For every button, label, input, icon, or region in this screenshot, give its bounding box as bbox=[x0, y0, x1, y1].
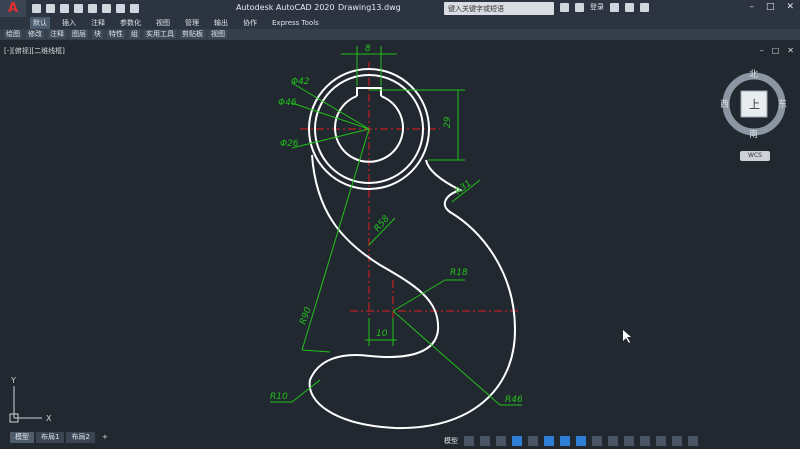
tab-layout1[interactable]: 布局1 bbox=[36, 432, 65, 443]
object-snap-icon[interactable] bbox=[560, 435, 570, 446]
ucs-icon bbox=[9, 386, 42, 423]
clean-screen-icon[interactable] bbox=[672, 435, 682, 446]
mouse-cursor bbox=[623, 330, 631, 343]
dim-r31: R31 bbox=[454, 179, 474, 198]
dim-r46: R46 bbox=[505, 395, 523, 405]
add-layout-button[interactable]: + bbox=[97, 432, 113, 443]
viewcube-south[interactable]: 南 bbox=[749, 127, 758, 140]
tab-model[interactable]: 模型 bbox=[10, 432, 34, 443]
ucs-x-label: X bbox=[46, 414, 52, 423]
ucs-y-label: Y bbox=[10, 376, 16, 385]
drawing-canvas[interactable]: 8 Φ42 Φ46 Φ26 29 R31 R58 R18 R90 10 R10 … bbox=[0, 0, 800, 449]
snap-icon[interactable] bbox=[480, 435, 490, 446]
hook-body-curve bbox=[308, 154, 517, 430]
dim-phi42: Φ42 bbox=[291, 77, 310, 87]
dim-phi26: Φ26 bbox=[280, 139, 299, 149]
layout-tabs: 模型 布局1 布局2 + bbox=[0, 432, 113, 443]
workspace-gear-icon[interactable] bbox=[608, 435, 618, 446]
viewcube-north[interactable]: 北 bbox=[749, 67, 758, 80]
annotation-visibility-icon[interactable] bbox=[576, 435, 586, 446]
dim-r90: R90 bbox=[298, 306, 314, 326]
hook-outline bbox=[308, 68, 517, 430]
dim-10: 10 bbox=[376, 329, 388, 339]
viewcube-east[interactable]: 东 bbox=[778, 97, 787, 110]
dim-phi46: Φ46 bbox=[278, 98, 297, 108]
dimension-lines bbox=[270, 46, 522, 406]
viewcube-west[interactable]: 西 bbox=[720, 97, 729, 110]
polar-icon[interactable] bbox=[512, 435, 522, 446]
annotation-monitor-icon[interactable] bbox=[624, 435, 634, 446]
annotation-scale-icon[interactable] bbox=[592, 435, 602, 446]
grid-icon[interactable] bbox=[464, 435, 474, 446]
center-lines bbox=[300, 62, 520, 340]
wcs-menu[interactable]: WCS bbox=[740, 151, 770, 161]
viewcube-top-label[interactable]: 上 bbox=[749, 96, 760, 112]
dim-r10: R10 bbox=[270, 392, 288, 402]
isolate-objects-icon[interactable] bbox=[640, 435, 650, 446]
model-space-toggle[interactable]: 模型 bbox=[444, 436, 458, 446]
tab-layout2[interactable]: 布局2 bbox=[66, 432, 95, 443]
status-bar: 模型 bbox=[440, 432, 800, 449]
hardware-acceleration-icon[interactable] bbox=[656, 435, 666, 446]
isodraft-icon[interactable] bbox=[528, 435, 538, 446]
customization-menu-icon[interactable] bbox=[688, 435, 698, 446]
object-snap-tracking-icon[interactable] bbox=[544, 435, 554, 446]
ortho-icon[interactable] bbox=[496, 435, 506, 446]
dim-29: 29 bbox=[443, 116, 453, 128]
dim-key-width: 8 bbox=[365, 44, 371, 54]
dim-r18: R18 bbox=[450, 268, 468, 278]
